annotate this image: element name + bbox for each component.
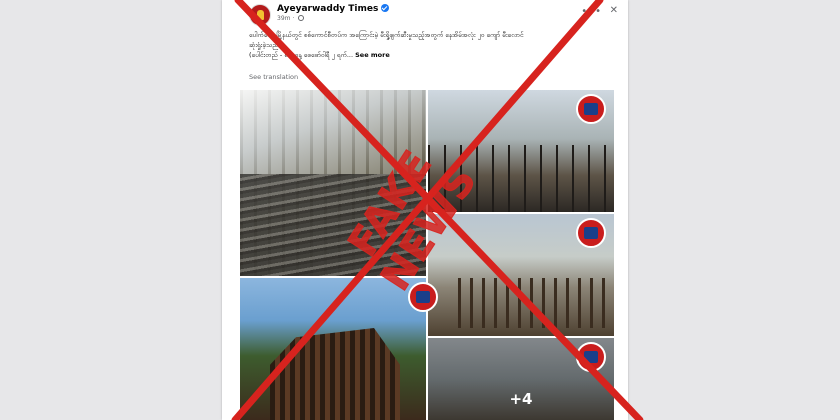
post-header: Ayeyarwaddy Times 39m · ••• ✕ bbox=[222, 0, 628, 26]
page-name[interactable]: Ayeyarwaddy Times bbox=[277, 4, 390, 14]
post-meta: 39m · bbox=[277, 15, 305, 22]
post-body-line: ဆုံးရှုံးခဲ့သည် bbox=[249, 41, 279, 49]
page-name-text[interactable]: Ayeyarwaddy Times bbox=[277, 4, 378, 14]
news-logo-icon[interactable] bbox=[249, 4, 271, 26]
verified-badge-icon bbox=[381, 4, 390, 12]
post-body-line: ပေါက်တောမြို့နယ်တွင် စစ်ကောင်စီတပ်က အကြေ… bbox=[249, 31, 524, 39]
see-translation-link[interactable]: See translation bbox=[249, 73, 298, 81]
see-more-link[interactable]: See more bbox=[355, 51, 390, 59]
globe-icon bbox=[298, 15, 305, 21]
post-time[interactable]: 39m bbox=[277, 15, 290, 22]
post-body-line: (ပေါင်းတည် - စနေနေ့ ဖေဖော်ဝါရီ ၂ ရက်... … bbox=[249, 51, 390, 59]
watermark-logo-icon bbox=[576, 342, 606, 372]
close-icon[interactable]: ✕ bbox=[610, 5, 618, 16]
watermark-logo-icon bbox=[576, 94, 606, 124]
watermark-logo-icon bbox=[576, 218, 606, 248]
more-options-icon[interactable]: ••• bbox=[581, 6, 602, 17]
post-body: ပေါက်တောမြို့နယ်တွင် စစ်ကောင်စီတပ်က အကြေ… bbox=[249, 30, 609, 60]
